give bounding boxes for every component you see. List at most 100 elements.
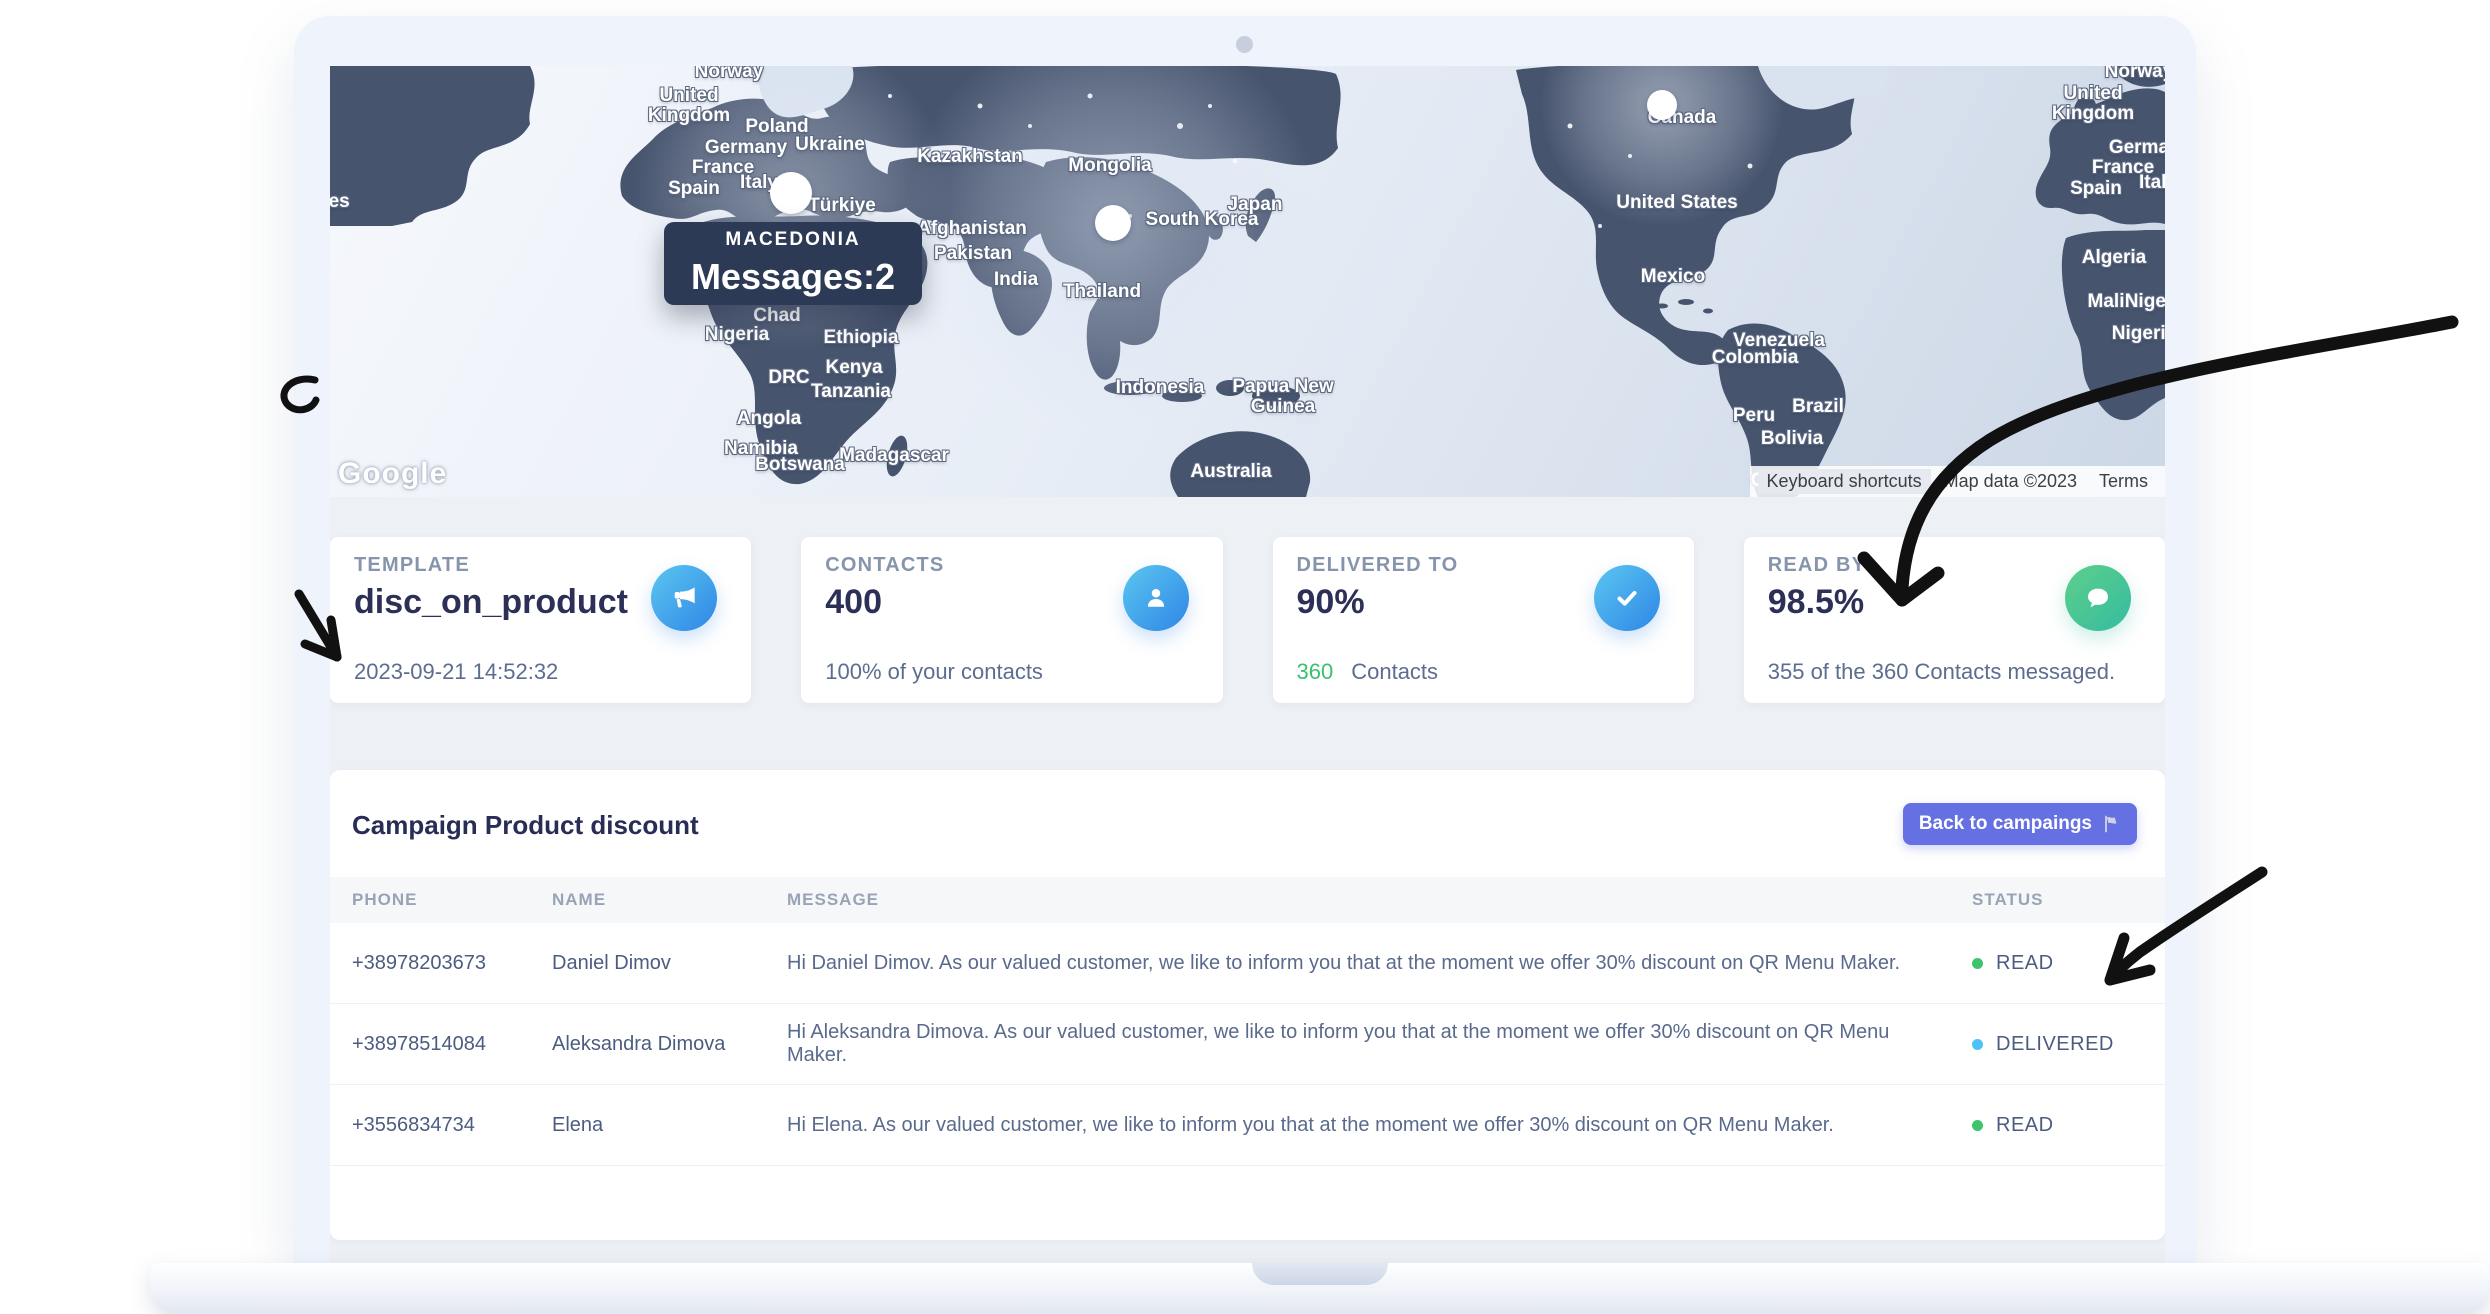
map-data-label: Map data ©2023 — [1935, 469, 2086, 494]
map-country-label: Nigeria — [2112, 324, 2165, 344]
map-attribution: Keyboard shortcuts Map data ©2023 Terms — [1750, 466, 2165, 497]
map-country-label: Germany — [705, 138, 787, 158]
stat-card-delivered: DELIVERED TO 90% 360Contacts — [1273, 537, 1694, 703]
row-phone: +38978203673 — [352, 952, 552, 975]
stat-card-template: TEMPLATE disc_on_product 2023-09-21 14:5… — [330, 537, 751, 703]
map-country-label: Ukraine — [795, 135, 865, 155]
stat-sub: 100% of your contacts — [825, 659, 1222, 685]
map-country-label: Australia — [1190, 462, 1271, 482]
map-country-label: Pakistan — [934, 244, 1012, 264]
table-header-row: PHONE NAME MESSAGE STATUS — [330, 877, 2165, 923]
map-country-label: Mali — [2088, 292, 2125, 312]
row-status: DELIVERED — [1972, 1033, 2143, 1056]
page: { "map": { "tooltip": { "region": "MACED… — [0, 0, 2490, 1314]
campaign-panel: Campaign Product discount Back to campai… — [330, 770, 2165, 1240]
campaign-title: Campaign Product discount — [352, 810, 699, 841]
map-country-label: Algeria — [2082, 248, 2146, 268]
map-country-label: Thailand — [1063, 282, 1141, 302]
map-country-label: Japan — [1228, 195, 1283, 215]
column-header-phone: PHONE — [352, 890, 552, 910]
map-country-label: Peru — [1733, 406, 1775, 426]
map-marker-canada[interactable] — [1647, 90, 1677, 120]
map-country-label: Chad — [753, 306, 801, 326]
app-content: tesNorwayUnited KingdomPolandGermanyUkra… — [330, 66, 2165, 1263]
status-dot-icon — [1972, 1120, 1983, 1131]
map-country-label: United Kingdom — [2052, 84, 2134, 124]
stat-cards: TEMPLATE disc_on_product 2023-09-21 14:5… — [330, 537, 2165, 703]
map-country-label: United States — [1616, 193, 1737, 213]
map-country-label: Tanzania — [811, 382, 891, 402]
map-marker-asia[interactable] — [1095, 205, 1131, 241]
map-country-label: Brazil — [1792, 397, 1844, 417]
stat-sub: 355 of the 360 Contacts messaged. — [1768, 659, 2165, 685]
table-row[interactable]: +3556834734 Elena Hi Elena. As our value… — [330, 1085, 2165, 1166]
laptop-screen: tesNorwayUnited KingdomPolandGermanyUkra… — [294, 16, 2196, 1263]
map-country-label: Spain — [668, 179, 720, 199]
terms-link[interactable]: Terms — [2090, 469, 2157, 494]
map-country-label: Colombia — [1712, 348, 1799, 368]
webcam-icon — [1236, 36, 1253, 53]
row-name: Elena — [552, 1114, 787, 1137]
map-country-label: Ethiopia — [824, 328, 899, 348]
status-label: READ — [1996, 952, 2054, 975]
row-message: Hi Elena. As our valued customer, we lik… — [787, 1114, 1972, 1137]
row-phone: +3556834734 — [352, 1114, 552, 1137]
status-dot-icon — [1972, 958, 1983, 969]
row-phone: +38978514084 — [352, 1033, 552, 1056]
row-message: Hi Aleksandra Dimova. As our valued cust… — [787, 1021, 1972, 1067]
laptop-base — [150, 1263, 2490, 1314]
row-message: Hi Daniel Dimov. As our valued customer,… — [787, 952, 1972, 975]
row-status: READ — [1972, 1114, 2143, 1137]
map-country-label: Kenya — [825, 358, 882, 378]
column-header-message: MESSAGE — [787, 890, 1972, 910]
map-country-label: Afghanistan — [917, 219, 1027, 239]
world-map[interactable]: tesNorwayUnited KingdomPolandGermanyUkra… — [330, 66, 2165, 497]
table-row[interactable]: +38978203673 Daniel Dimov Hi Daniel Dimo… — [330, 923, 2165, 1004]
back-to-campaigns-button[interactable]: Back to campaings — [1903, 803, 2137, 845]
map-country-label: United Kingdom — [648, 86, 730, 126]
map-country-label: tes — [330, 192, 350, 212]
map-marker-macedonia[interactable] — [770, 172, 812, 214]
map-country-label: Norway — [2105, 66, 2165, 82]
map-country-label: Papua New Guinea — [1232, 377, 1333, 417]
row-status: READ — [1972, 952, 2143, 975]
map-country-label: Spain — [2070, 179, 2122, 199]
stat-card-read: READ BY 98.5% 355 of the 360 Contacts me… — [1744, 537, 2165, 703]
back-button-label: Back to campaings — [1919, 813, 2092, 835]
status-label: DELIVERED — [1996, 1033, 2114, 1056]
stat-sub-count: 360 — [1297, 659, 1334, 684]
map-country-label: Italy — [2139, 173, 2165, 193]
table-row[interactable]: +38978514084 Aleksandra Dimova Hi Aleksa… — [330, 1004, 2165, 1085]
row-name: Aleksandra Dimova — [552, 1033, 787, 1056]
stat-sub: 360 Contacts — [1297, 659, 1694, 685]
table-body: +38978203673 Daniel Dimov Hi Daniel Dimo… — [330, 923, 2165, 1166]
stat-sub-text: Contacts — [1351, 659, 1438, 684]
column-header-name: NAME — [552, 890, 787, 910]
column-header-status: STATUS — [1972, 890, 2143, 910]
user-icon — [1123, 565, 1189, 631]
stat-card-contacts: CONTACTS 400 100% of your contacts — [801, 537, 1222, 703]
tooltip-messages: Messages:2 — [691, 256, 895, 298]
map-country-label: Norway — [695, 66, 764, 82]
map-country-label: Nigeria — [705, 325, 769, 345]
megaphone-icon — [651, 565, 717, 631]
map-tooltip: MACEDONIA Messages:2 — [664, 222, 922, 305]
laptop-notch — [1252, 1263, 1388, 1285]
status-label: READ — [1996, 1114, 2054, 1137]
google-logo[interactable]: Google — [338, 457, 447, 491]
map-country-label: Türkiye — [808, 196, 876, 216]
map-country-label: Mexico — [1641, 267, 1705, 287]
check-icon — [1594, 565, 1660, 631]
map-country-label: Namibia — [724, 439, 798, 459]
map-country-label: Indonesia — [1116, 378, 1205, 398]
row-name: Daniel Dimov — [552, 952, 787, 975]
stat-sub: 2023-09-21 14:52:32 — [354, 659, 751, 685]
chat-icon — [2065, 565, 2131, 631]
keyboard-shortcuts-link[interactable]: Keyboard shortcuts — [1758, 469, 1931, 494]
map-country-label: Niger — [2125, 292, 2165, 312]
map-landmasses — [330, 66, 2165, 497]
map-country-label: Madagascar — [839, 446, 949, 466]
map-country-label: Angola — [737, 409, 801, 429]
status-dot-icon — [1972, 1039, 1983, 1050]
map-country-label: Kazakhstan — [917, 147, 1023, 167]
